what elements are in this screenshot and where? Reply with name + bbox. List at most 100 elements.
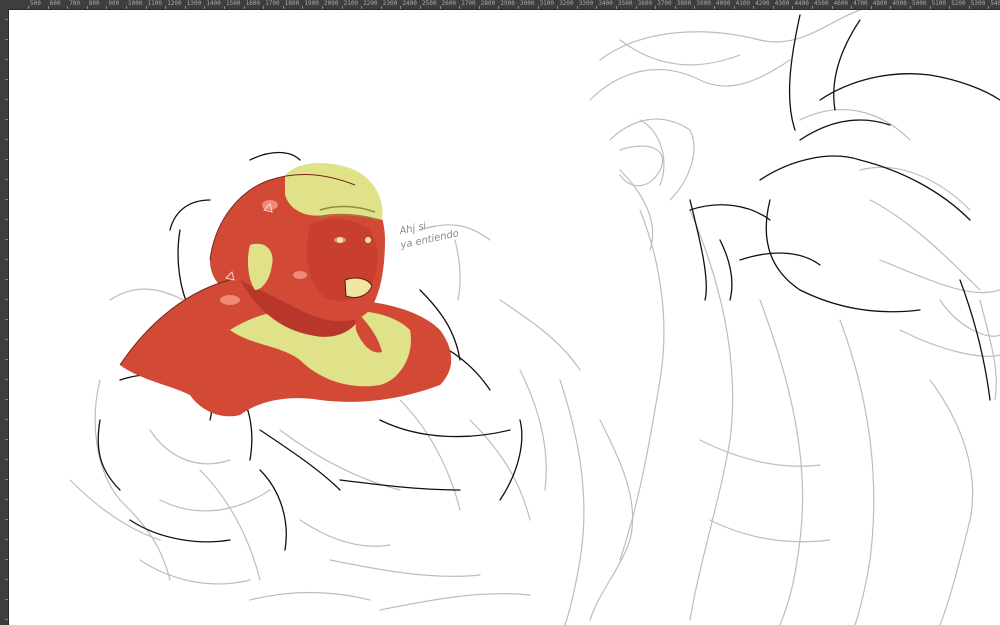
drawing-canvas[interactable]: Ahj si... ya entiendo xyxy=(9,10,1000,625)
ruler-tick xyxy=(616,6,617,9)
ruler-tick xyxy=(5,299,8,300)
ruler-tick-label: 2800 xyxy=(480,0,496,7)
ruler-tick-label: 5300 xyxy=(970,0,986,7)
ruler-tick-label: 3600 xyxy=(637,0,653,7)
ruler-tick-label: 900 xyxy=(108,0,120,7)
ruler-tick xyxy=(5,399,8,400)
ruler-tick xyxy=(86,6,88,9)
ruler-tick-label: 2400 xyxy=(402,0,417,7)
ruler-tick xyxy=(204,6,206,9)
ruler-tick xyxy=(5,259,8,260)
ruler-tick xyxy=(439,6,441,9)
ruler-tick xyxy=(733,6,735,9)
ruler-tick xyxy=(537,6,539,9)
ruler-tick-label: 500 xyxy=(30,0,41,7)
ruler-tick xyxy=(792,6,794,9)
ruler-tick xyxy=(5,379,8,380)
ruler-tick-label: 1700 xyxy=(265,0,280,7)
ruler-tick-label: 1800 xyxy=(284,0,300,7)
ruler-tick-label: 4400 xyxy=(794,0,809,7)
ruler-tick xyxy=(5,519,8,520)
ruler-tick-label: 1100 xyxy=(147,0,163,7)
ruler-tick xyxy=(459,6,461,9)
ruler-tick xyxy=(243,6,245,9)
ruler-tick xyxy=(5,579,8,580)
ruler-tick-label: 800 xyxy=(88,0,100,7)
ruler-tick xyxy=(47,6,49,9)
ruler-tick-label: 3400 xyxy=(598,0,613,7)
top-ruler[interactable]: 500 600 700 800 900 1000 1100 1200 1300 1400 1500 1… xyxy=(0,0,1000,10)
ruler-tick-label: 3300 xyxy=(578,0,594,7)
ruler-tick xyxy=(596,6,598,9)
ruler-tick xyxy=(772,6,774,9)
ruler-tick xyxy=(5,439,8,440)
ruler-tick-label: 700 xyxy=(69,0,81,7)
ruler-tick xyxy=(5,479,8,480)
ruler-tick-label: 1000 xyxy=(128,0,143,7)
ruler-tick xyxy=(518,6,519,9)
ruler-tick-label: 600 xyxy=(49,0,61,7)
ruler-tick-label: 2900 xyxy=(500,0,515,7)
ruler-tick xyxy=(910,6,911,9)
ruler-tick xyxy=(5,139,8,140)
ruler-tick-label: 4900 xyxy=(892,0,907,7)
left-ruler[interactable] xyxy=(0,9,9,625)
ruler-tick xyxy=(67,6,69,9)
ruler-tick xyxy=(949,6,951,9)
ruler-tick-label: 4000 xyxy=(716,0,731,7)
ruler-tick-label: 1300 xyxy=(186,0,202,7)
ruler-tick-label: 2700 xyxy=(461,0,476,7)
ruler-tick-label: 4300 xyxy=(774,0,790,7)
ruler-tick xyxy=(5,179,8,180)
ruler-tick-label: 4600 xyxy=(833,0,849,7)
ruler-tick xyxy=(5,219,8,220)
ruler-tick xyxy=(5,619,8,620)
ruler-tick xyxy=(557,6,559,9)
ruler-tick xyxy=(224,6,225,9)
annotation: Ahj si... ya entiendo xyxy=(398,219,460,252)
ruler-tick xyxy=(5,419,8,420)
ruler-tick xyxy=(5,559,8,560)
ruler-tick xyxy=(126,6,127,9)
ruler-tick xyxy=(5,99,8,100)
ruler-tick xyxy=(478,6,480,9)
ruler-tick-label: 2000 xyxy=(324,0,339,7)
ruler-tick xyxy=(322,6,323,9)
ruler-tick xyxy=(5,319,8,320)
ruler-tick xyxy=(400,6,402,9)
ruler-tick-label: 1400 xyxy=(206,0,221,7)
ruler-tick xyxy=(361,6,363,9)
ruler-tick-label: 3900 xyxy=(696,0,711,7)
ruler-tick xyxy=(831,6,833,9)
ruler-tick-label: 5200 xyxy=(951,0,966,7)
ruler-tick xyxy=(5,459,8,460)
ruler-tick xyxy=(145,6,147,9)
ruler-tick xyxy=(5,59,8,60)
ruler-tick xyxy=(5,159,8,160)
ruler-tick-label: 2100 xyxy=(343,0,359,7)
ruler-tick xyxy=(968,6,970,9)
ruler-tick xyxy=(870,6,872,9)
ruler-tick xyxy=(28,6,29,9)
ruler-tick xyxy=(929,6,931,9)
ruler-tick xyxy=(5,239,8,240)
ruler-tick-label: 1200 xyxy=(167,0,182,7)
ruler-tick xyxy=(263,6,265,9)
ruler-tick xyxy=(5,359,8,360)
ruler-tick-label: 5100 xyxy=(931,0,947,7)
ruler-tick xyxy=(5,539,8,540)
ruler-tick-label: 1900 xyxy=(304,0,319,7)
ruler-tick xyxy=(420,6,421,9)
ruler-tick-label: 5000 xyxy=(912,0,927,7)
ruler-tick xyxy=(5,279,8,280)
ruler-tick xyxy=(753,6,755,9)
artwork: Ahj si... ya entiendo xyxy=(69,10,1000,625)
ruler-tick-label: 2300 xyxy=(382,0,398,7)
ruler-tick xyxy=(674,6,676,9)
ruler-tick xyxy=(106,6,108,9)
ruler-tick-label: 3700 xyxy=(657,0,672,7)
ruler-tick xyxy=(576,6,578,9)
ruler-tick xyxy=(635,6,637,9)
ruler-tick-label: 3200 xyxy=(559,0,574,7)
ruler-tick xyxy=(5,339,8,340)
